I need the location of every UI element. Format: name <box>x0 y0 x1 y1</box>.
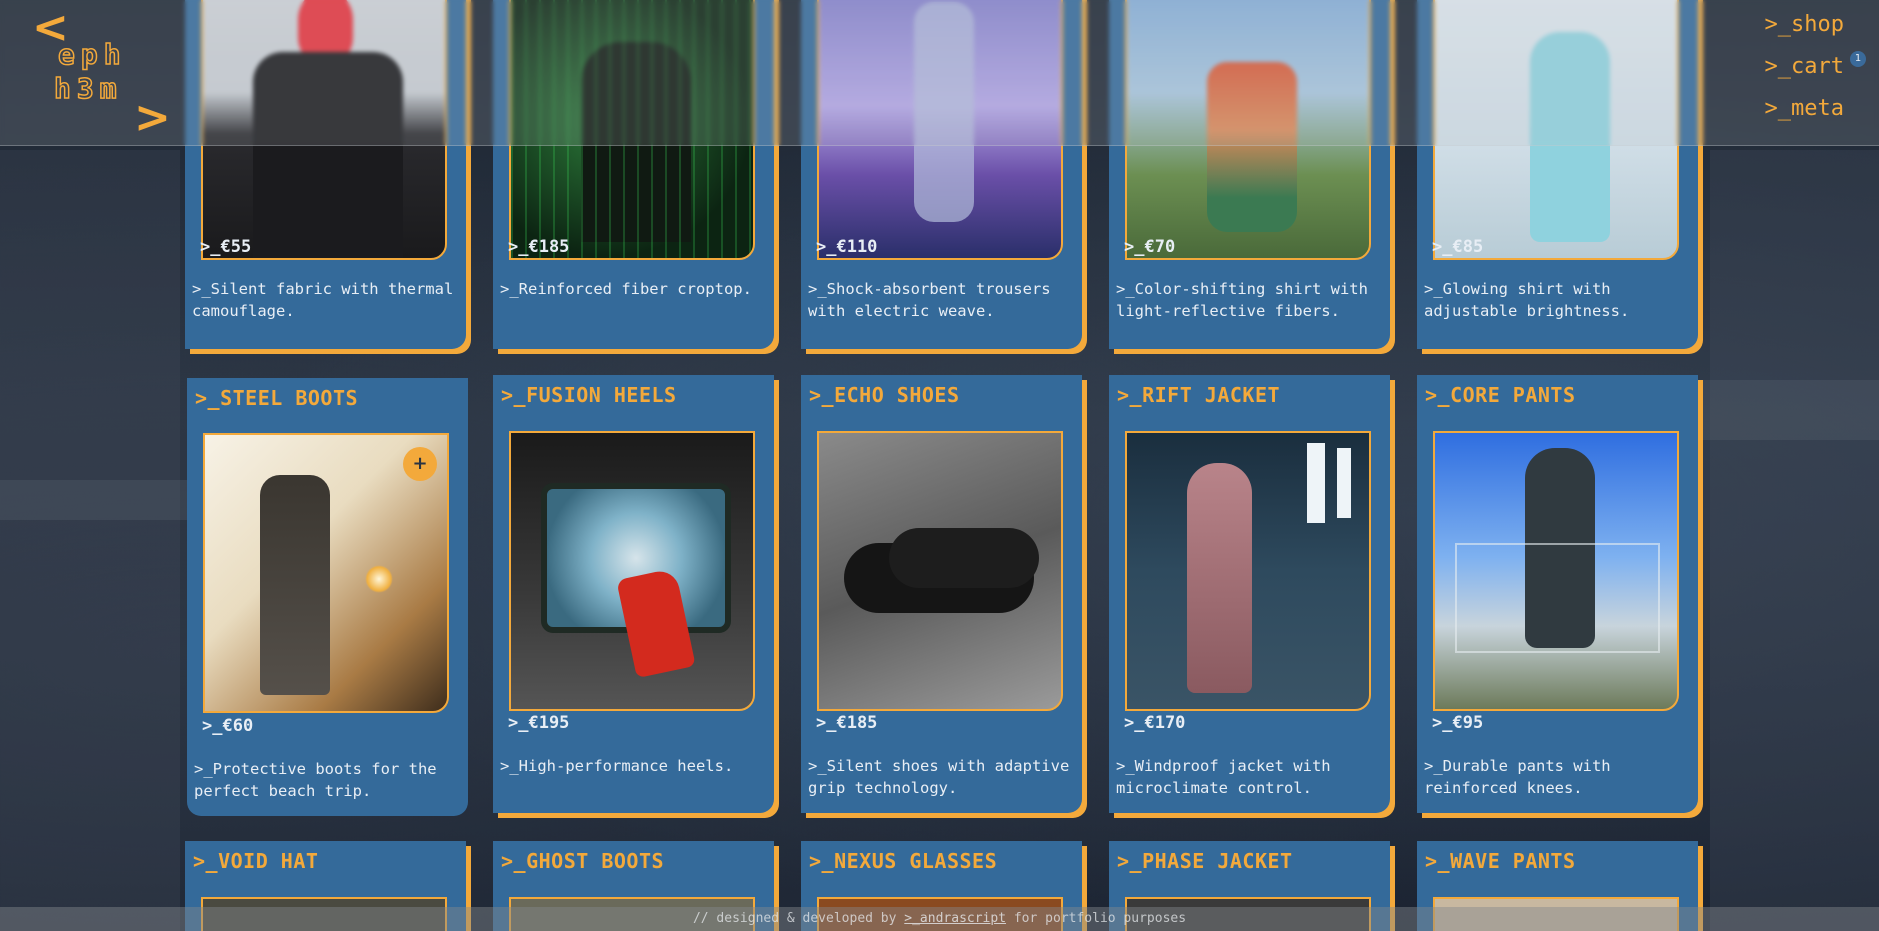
product-description: >_Protective boots for the perfect beach… <box>194 760 437 800</box>
product-card[interactable]: >_CORE PANTS >_€95 >_Durable pants with … <box>1417 375 1698 813</box>
product-price: >_€185 <box>508 237 570 257</box>
product-description: >_Color-shifting shirt with light-reflec… <box>1116 280 1368 320</box>
nav-cart-link[interactable]: >_cart 1 <box>1764 51 1866 79</box>
product-title: >_WAVE PANTS <box>1425 849 1576 873</box>
product-title: >_GHOST BOOTS <box>501 849 665 873</box>
product-title: >_ECHO SHOES <box>809 383 960 407</box>
product-image[interactable] <box>509 431 755 711</box>
product-description: >_Durable pants with reinforced knees. <box>1424 757 1611 797</box>
site-header: < eph h3m > >_shop >_cart 1 >_meta <box>0 0 1879 146</box>
product-card[interactable]: >_RIFT JACKET >_€170 >_Windproof jacket … <box>1109 375 1390 813</box>
site-logo[interactable]: < eph h3m > <box>30 2 171 143</box>
footer-author-link[interactable]: >_andrascript <box>904 911 1006 926</box>
product-price: >_€170 <box>1124 713 1186 733</box>
product-title: >_PHASE JACKET <box>1117 849 1293 873</box>
product-price: >_€185 <box>816 713 878 733</box>
logo-right-chevron: > <box>134 92 171 143</box>
nav-meta-link[interactable]: >_meta <box>1765 96 1844 121</box>
product-price: >_€110 <box>816 237 878 257</box>
product-card[interactable]: >_STEEL BOOTS + >_€60 >_Protective boots… <box>187 378 468 816</box>
product-description: >_Windproof jacket with microclimate con… <box>1116 757 1331 797</box>
product-price: >_€85 <box>1432 237 1484 257</box>
product-title: >_STEEL BOOTS <box>195 386 359 410</box>
cart-count-badge: 1 <box>1850 51 1866 67</box>
product-price: >_€95 <box>1432 713 1484 733</box>
product-title: >_CORE PANTS <box>1425 383 1576 407</box>
nav-cart-label: >_cart <box>1764 54 1844 79</box>
product-description: >_Silent fabric with thermal camouflage. <box>192 280 454 320</box>
product-description: >_High-performance heels. <box>500 757 734 775</box>
nav-shop-link[interactable]: >_shop <box>1765 12 1844 37</box>
product-description: >_Shock-absorbent trousers with electric… <box>808 280 1051 320</box>
logo-text-line1: eph <box>57 37 127 72</box>
product-image[interactable] <box>1125 431 1371 711</box>
product-image[interactable] <box>1433 431 1679 711</box>
footer-prefix: // designed & developed by <box>692 911 905 926</box>
product-image[interactable]: + <box>203 433 449 713</box>
logo-text-line2: h3m <box>53 71 123 106</box>
product-price: >_€60 <box>202 716 254 736</box>
product-price: >_€195 <box>508 713 570 733</box>
product-title: >_VOID HAT <box>193 849 319 873</box>
product-image[interactable] <box>817 431 1063 711</box>
product-price: >_€70 <box>1124 237 1176 257</box>
product-title: >_NEXUS GLASSES <box>809 849 998 873</box>
add-to-cart-button[interactable]: + <box>403 447 437 481</box>
product-title: >_RIFT JACKET <box>1117 383 1281 407</box>
product-price: >_€55 <box>200 237 252 257</box>
product-card[interactable]: >_ECHO SHOES >_€185 >_Silent shoes with … <box>801 375 1082 813</box>
product-card[interactable]: >_FUSION HEELS >_€195 >_High-performance… <box>493 375 774 813</box>
footer-suffix: for portfolio purposes <box>1006 911 1187 926</box>
site-footer: // designed & developed by >_andrascript… <box>0 907 1879 931</box>
product-description: >_Reinforced fiber croptop. <box>500 280 752 298</box>
product-description: >_Silent shoes with adaptive grip techno… <box>808 757 1070 797</box>
main-nav: >_shop >_cart 1 >_meta <box>1764 12 1866 138</box>
product-description: >_Glowing shirt with adjustable brightne… <box>1424 280 1630 320</box>
product-title: >_FUSION HEELS <box>501 383 677 407</box>
